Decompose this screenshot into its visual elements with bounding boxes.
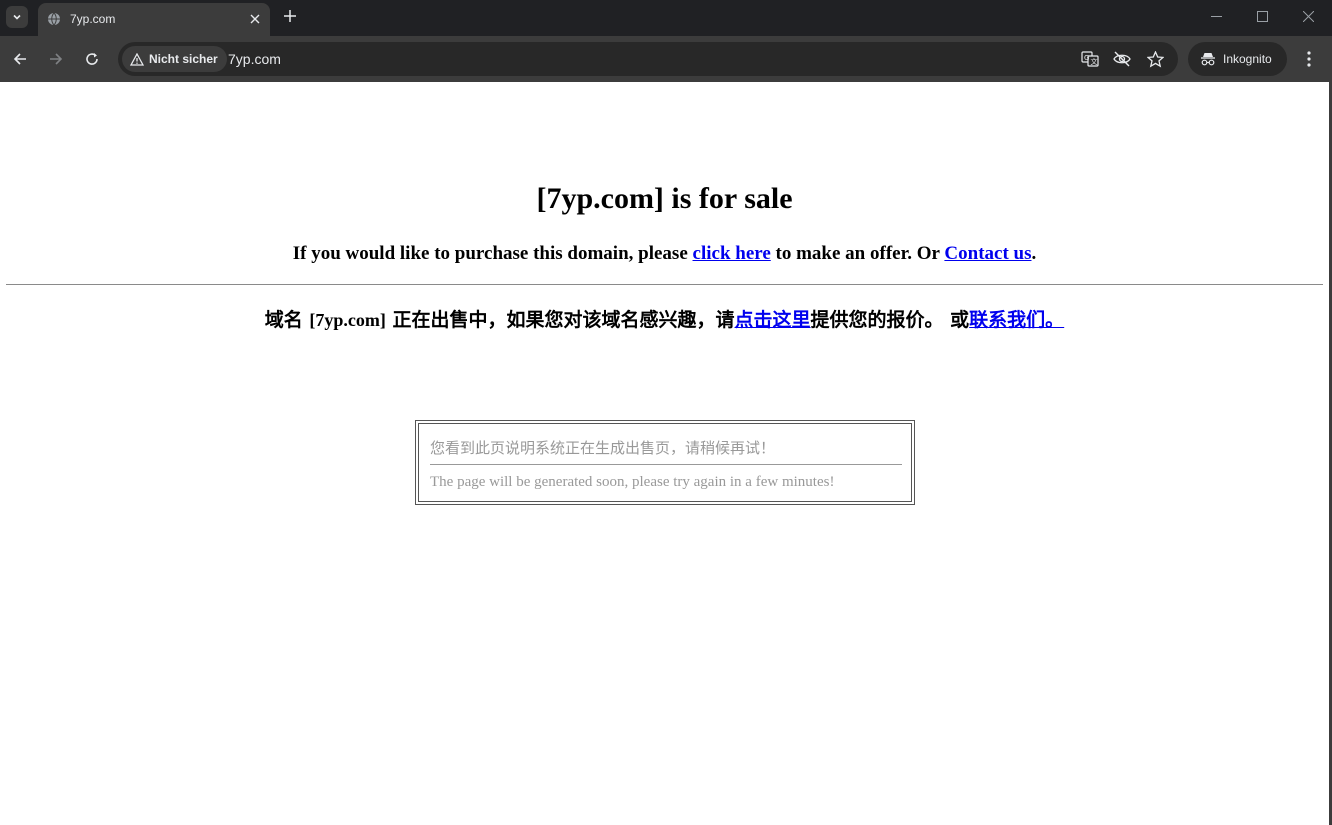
contact-us-link[interactable]: Contact us — [944, 243, 1031, 264]
active-tab[interactable]: 7yp.com — [38, 3, 270, 36]
minimize-icon — [1210, 15, 1222, 17]
tracking-protection-button[interactable] — [1112, 49, 1132, 69]
cn-text-after-link: 提供您的报价。 或 — [810, 309, 970, 331]
warning-icon — [130, 52, 144, 66]
close-icon — [250, 14, 260, 24]
new-tab-button[interactable] — [280, 6, 300, 26]
plus-icon — [284, 10, 296, 22]
cn-text-prefix: 域名 — [264, 309, 310, 331]
tab-title: 7yp.com — [70, 12, 116, 26]
cn-domain-name: [7yp.com] — [309, 310, 386, 330]
incognito-icon — [1201, 53, 1215, 66]
address-bar[interactable]: Nicht sicher 7yp.com G文 — [118, 42, 1178, 76]
browser-titlebar: 7yp.com — [0, 0, 1332, 36]
maximize-button[interactable] — [1252, 6, 1272, 26]
back-icon — [13, 53, 26, 65]
incognito-label: Inkognito — [1223, 52, 1272, 66]
tab-search-button[interactable] — [6, 6, 28, 28]
kebab-menu-icon — [1307, 51, 1311, 67]
tab-search-icon — [13, 14, 21, 20]
reload-button[interactable] — [81, 48, 103, 70]
cn-click-here-link[interactable]: 点击这里 — [735, 309, 811, 331]
notice-box: 您看到此页说明系统正在生成出售页，请稍候再试！ The page will be… — [415, 420, 915, 505]
url-text[interactable]: 7yp.com — [228, 51, 281, 67]
translate-button[interactable]: G文 — [1080, 49, 1100, 69]
security-label: Nicht sicher — [149, 52, 218, 66]
offer-text-middle: to make an offer. Or — [770, 243, 945, 264]
notice-chinese-text: 您看到此页说明系统正在生成出售页，请稍候再试！ — [430, 439, 776, 457]
back-button[interactable] — [9, 48, 31, 70]
offer-text-prefix: If you would like to purchase this domai… — [292, 243, 693, 264]
cn-contact-us-link[interactable]: 联系我们。 — [969, 309, 1064, 331]
tab-close-button[interactable] — [246, 10, 264, 28]
page-content: [7yp.com] is for sale If you would like … — [0, 82, 1329, 825]
chinese-offer-line: 域名 [7yp.com] 正在出售中，如果您对该域名感兴趣，请点击这里提供您的报… — [0, 305, 1329, 332]
reload-icon — [86, 53, 98, 65]
notice-box-inner: 您看到此页说明系统正在生成出售页，请稍候再试！ The page will be… — [418, 423, 912, 502]
close-window-icon — [1302, 10, 1314, 22]
notice-divider — [430, 464, 902, 465]
horizontal-divider — [6, 284, 1323, 285]
offer-line: If you would like to purchase this domai… — [0, 243, 1329, 265]
cn-text-middle: 正在出售中，如果您对该域名感兴趣，请 — [385, 309, 735, 331]
browser-toolbar: Nicht sicher 7yp.com G文 Inkognito — [0, 36, 1332, 82]
translate-icon: G文 — [1081, 51, 1099, 67]
security-chip[interactable]: Nicht sicher — [122, 46, 227, 72]
forward-button[interactable] — [45, 48, 67, 70]
click-here-link[interactable]: click here — [693, 243, 771, 264]
notice-english-text: The page will be generated soon, please … — [430, 474, 835, 490]
minimize-button[interactable] — [1206, 6, 1226, 26]
forward-icon — [50, 53, 63, 65]
incognito-chip[interactable]: Inkognito — [1188, 42, 1287, 76]
page-title: [7yp.com] is for sale — [536, 182, 793, 215]
svg-text:G: G — [1084, 54, 1089, 62]
star-icon — [1146, 50, 1164, 68]
maximize-icon — [1256, 10, 1268, 22]
eye-off-icon — [1113, 51, 1131, 67]
globe-icon — [48, 12, 60, 26]
offer-text-suffix: . — [1031, 243, 1037, 264]
svg-text:文: 文 — [1091, 57, 1098, 66]
bookmark-button[interactable] — [1145, 49, 1165, 69]
close-window-button[interactable] — [1298, 6, 1318, 26]
browser-menu-button[interactable] — [1298, 48, 1320, 70]
